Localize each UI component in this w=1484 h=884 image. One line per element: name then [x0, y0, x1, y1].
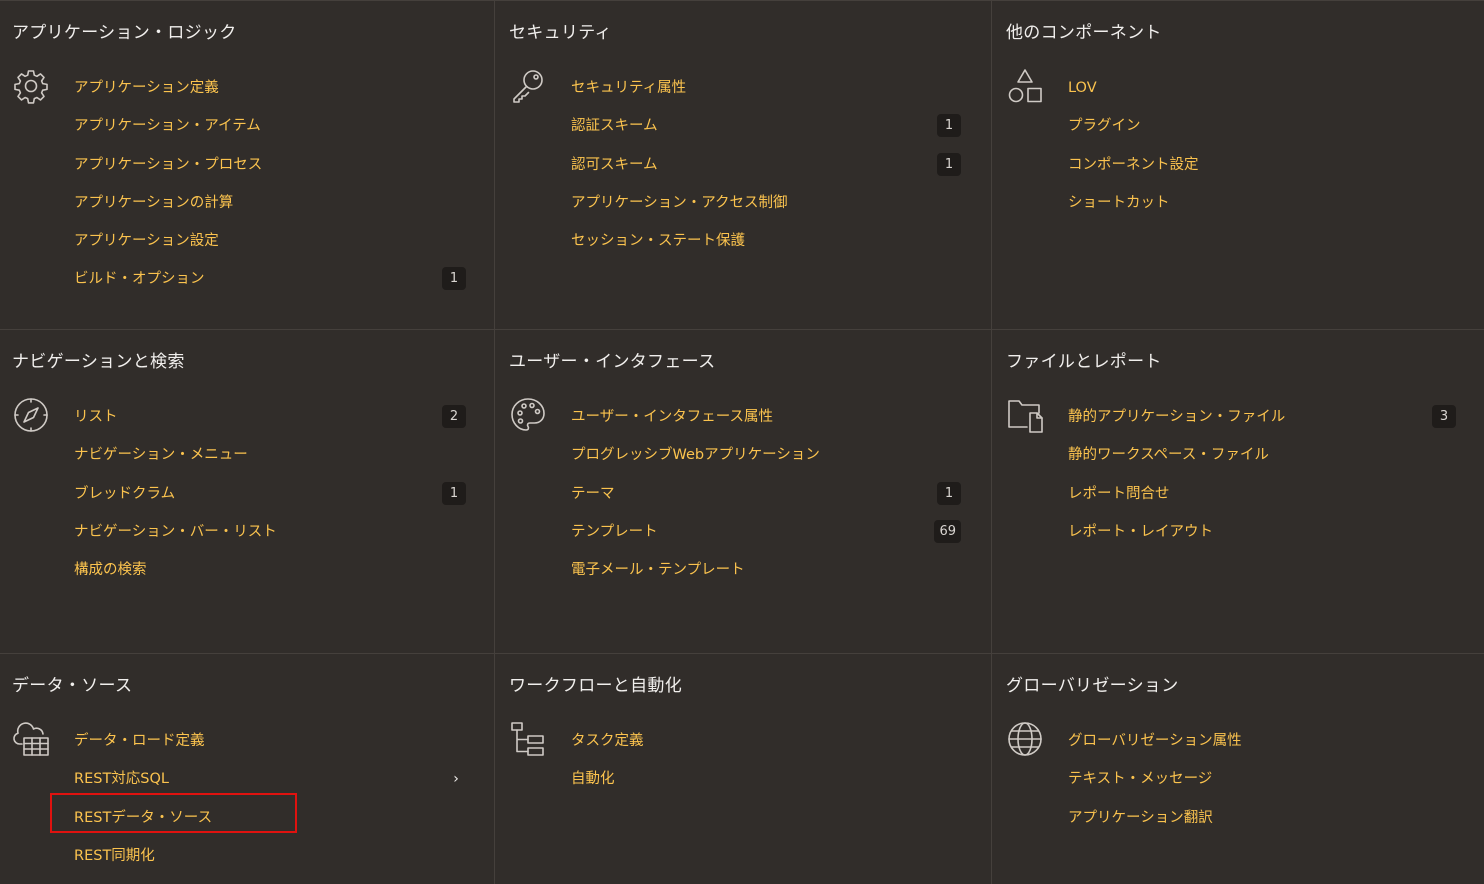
item-list: リスト 2 ナビゲーション・メニュー ブレッドクラム 1 ナビゲーション・バー・リス…	[74, 402, 466, 593]
count-badge: 1	[442, 481, 466, 505]
gear-icon	[12, 67, 50, 105]
link-data-load-definitions[interactable]: データ・ロード定義	[74, 726, 466, 764]
link-plugins[interactable]: プラグイン	[1068, 111, 1456, 149]
count-badge: 3	[1432, 405, 1456, 428]
panel-workflows-automations: ワークフローと自動化 タスク定義 自動化	[494, 653, 991, 884]
panel-title: アプリケーション・ロジック	[12, 23, 237, 43]
link-application-processes[interactable]: アプリケーション・プロセス	[74, 150, 466, 188]
link-text-messages[interactable]: テキスト・メッセージ	[1068, 764, 1456, 802]
link-lov[interactable]: LOV	[1068, 73, 1456, 111]
count-badge: 1	[937, 152, 961, 176]
compass-icon	[12, 396, 50, 434]
panel-title: 他のコンポーネント	[1006, 23, 1162, 43]
cloud-grid-icon	[12, 720, 50, 758]
item-list: タスク定義 自動化	[571, 726, 961, 803]
link-static-workspace-files[interactable]: 静的ワークスペース・ファイル	[1068, 440, 1456, 478]
panel-title: ユーザー・インタフェース	[509, 352, 716, 372]
link-rest-data-sources[interactable]: RESTデータ・ソース	[74, 803, 466, 841]
folder-file-icon	[1006, 396, 1044, 434]
link-application-computations[interactable]: アプリケーションの計算	[74, 188, 466, 226]
link-application-definition[interactable]: アプリケーション定義	[74, 73, 466, 111]
chevron-right-icon: ›	[453, 771, 459, 788]
panel-title: ナビゲーションと検索	[12, 352, 185, 372]
panel-title: データ・ソース	[12, 676, 133, 696]
panel-files-reports: ファイルとレポート 静的アプリケーション・ファイル 3 静的ワークスペース・ファイ…	[991, 329, 1484, 653]
item-list: グローバリゼーション属性 テキスト・メッセージ アプリケーション翻訳	[1068, 726, 1456, 841]
globe-icon	[1006, 720, 1044, 758]
link-application-items[interactable]: アプリケーション・アイテム	[74, 111, 466, 149]
workflow-icon	[509, 720, 547, 758]
link-search-configurations[interactable]: 構成の検索	[74, 555, 466, 593]
panel-application-logic: アプリケーション・ロジック アプリケーション定義 アプリケーション・アイテム ア…	[0, 1, 494, 329]
link-lists[interactable]: リスト 2	[74, 402, 466, 440]
link-report-queries[interactable]: レポート問合せ	[1068, 479, 1456, 517]
panel-title: グローバリゼーション	[1006, 676, 1179, 696]
count-badge: 1	[937, 114, 961, 138]
link-navigation-bar-list[interactable]: ナビゲーション・バー・リスト	[74, 517, 466, 555]
panel-other-components: 他のコンポーネント LOV プラグイン コンポーネント設定 ショートカット	[991, 1, 1484, 329]
panel-title: セキュリティ	[509, 23, 612, 43]
link-component-settings[interactable]: コンポーネント設定	[1068, 150, 1456, 188]
item-list: アプリケーション定義 アプリケーション・アイテム アプリケーション・プロセス ア…	[74, 73, 466, 303]
link-build-options[interactable]: ビルド・オプション 1	[74, 264, 466, 302]
link-navigation-menu[interactable]: ナビゲーション・メニュー	[74, 440, 466, 478]
link-templates[interactable]: テンプレート 69	[571, 517, 961, 555]
link-breadcrumbs[interactable]: ブレッドクラム 1	[74, 479, 466, 517]
link-security-attributes[interactable]: セキュリティ属性	[571, 73, 961, 111]
link-application-translations[interactable]: アプリケーション翻訳	[1068, 803, 1456, 841]
panel-title: ワークフローと自動化	[509, 676, 682, 696]
link-static-application-files[interactable]: 静的アプリケーション・ファイル 3	[1068, 402, 1456, 440]
count-badge: 2	[442, 405, 466, 428]
component-grid: アプリケーション・ロジック アプリケーション定義 アプリケーション・アイテム ア…	[0, 0, 1484, 884]
panel-navigation-search: ナビゲーションと検索 リスト 2 ナビゲーション・メニュー ブレッドクラム 1 ナビ…	[0, 329, 494, 653]
link-task-definitions[interactable]: タスク定義	[571, 726, 961, 764]
link-automations[interactable]: 自動化	[571, 764, 961, 802]
count-badge: 1	[442, 267, 466, 291]
item-list: データ・ロード定義 REST対応SQL › RESTデータ・ソース REST同期化	[74, 726, 466, 879]
count-badge: 1	[937, 481, 961, 505]
link-rest-synchronization[interactable]: REST同期化	[74, 841, 466, 879]
panel-security: セキュリティ セキュリティ属性 認証スキーム 1 認可スキーム 1 アプリケーション…	[494, 1, 991, 329]
link-authentication-schemes[interactable]: 認証スキーム 1	[571, 111, 961, 149]
palette-icon	[509, 396, 547, 434]
item-list: ユーザー・インタフェース属性 プログレッシブWebアプリケーション テーマ 1 テ…	[571, 402, 961, 593]
panel-globalization: グローバリゼーション グローバリゼーション属性 テキスト・メッセージ アプリケー…	[991, 653, 1484, 884]
link-rest-enabled-sql[interactable]: REST対応SQL ›	[74, 764, 466, 802]
count-badge: 69	[934, 519, 961, 543]
link-report-layouts[interactable]: レポート・レイアウト	[1068, 517, 1456, 555]
link-application-access-control[interactable]: アプリケーション・アクセス制御	[571, 188, 961, 226]
link-user-interface-attributes[interactable]: ユーザー・インタフェース属性	[571, 402, 961, 440]
link-globalization-attributes[interactable]: グローバリゼーション属性	[1068, 726, 1456, 764]
item-list: LOV プラグイン コンポーネント設定 ショートカット	[1068, 73, 1456, 226]
link-themes[interactable]: テーマ 1	[571, 479, 961, 517]
panel-user-interface: ユーザー・インタフェース ユーザー・インタフェース属性 プログレッシブWebアプ…	[494, 329, 991, 653]
link-shortcuts[interactable]: ショートカット	[1068, 188, 1456, 226]
link-authorization-schemes[interactable]: 認可スキーム 1	[571, 150, 961, 188]
panel-data-sources: データ・ソース データ・ロード定義 REST対応SQL › RESTデータ・ソース…	[0, 653, 494, 884]
key-icon	[509, 67, 547, 105]
link-email-templates[interactable]: 電子メール・テンプレート	[571, 555, 961, 593]
link-progressive-web-app[interactable]: プログレッシブWebアプリケーション	[571, 440, 961, 478]
shapes-icon	[1006, 67, 1044, 105]
panel-title: ファイルとレポート	[1006, 352, 1162, 372]
item-list: 静的アプリケーション・ファイル 3 静的ワークスペース・ファイル レポート問合せ …	[1068, 402, 1456, 555]
item-list: セキュリティ属性 認証スキーム 1 認可スキーム 1 アプリケーション・アクセス制御…	[571, 73, 961, 264]
link-application-settings[interactable]: アプリケーション設定	[74, 226, 466, 264]
link-session-state-protection[interactable]: セッション・ステート保護	[571, 226, 961, 264]
